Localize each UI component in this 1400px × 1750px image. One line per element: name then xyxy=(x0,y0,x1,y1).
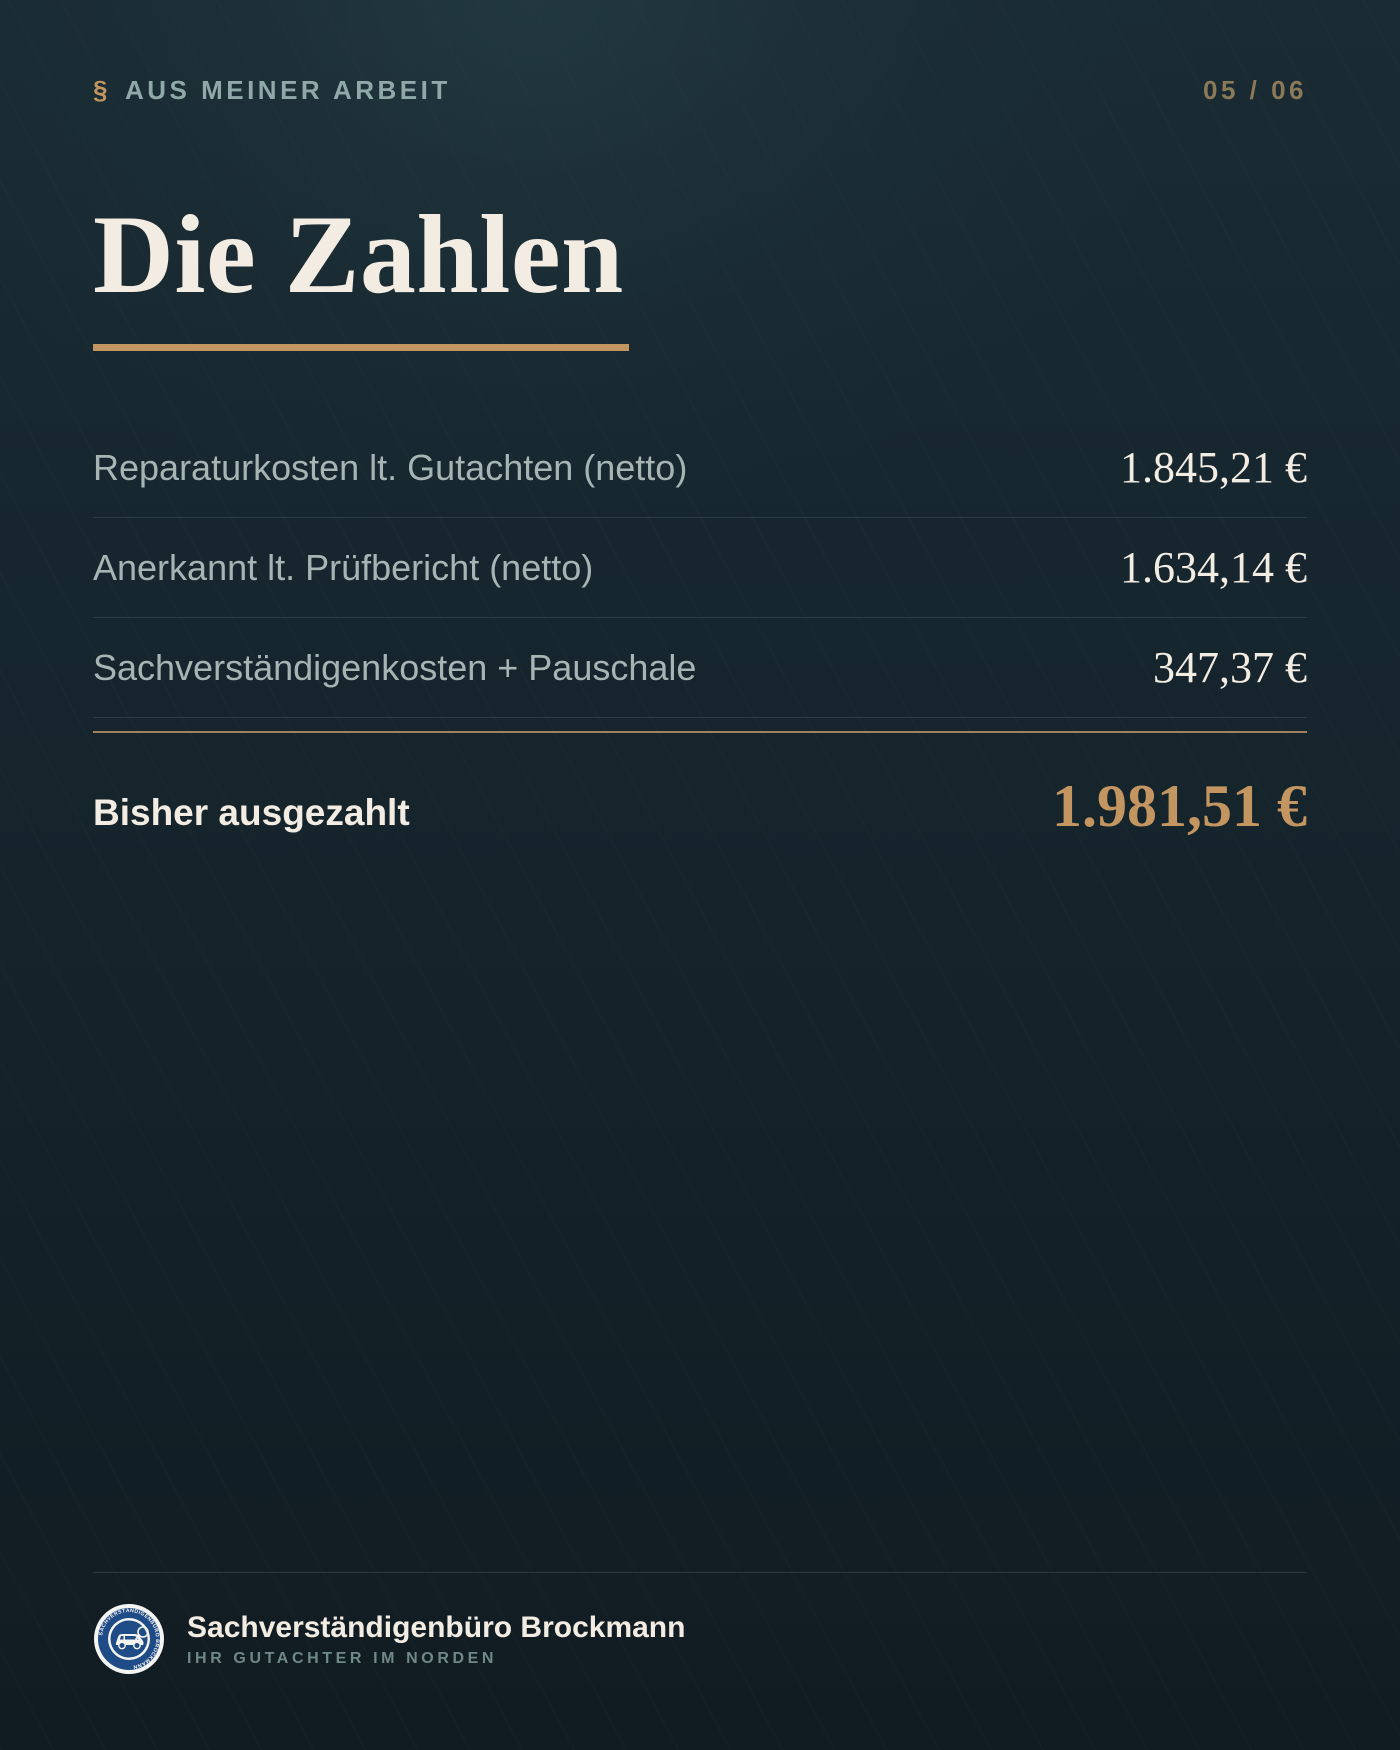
brand-name: Sachverständigenbüro Brockmann xyxy=(187,1611,686,1644)
total-value: 1.981,51 € xyxy=(1052,772,1307,839)
figure-value: 1.634,14 € xyxy=(1120,543,1307,592)
section-eyebrow: § AUS MEINER ARBEIT xyxy=(93,75,451,106)
slide-header: § AUS MEINER ARBEIT 05 / 06 xyxy=(93,72,1307,108)
page-title: Die Zahlen xyxy=(93,193,624,317)
total-row: Bisher ausgezahlt 1.981,51 € xyxy=(93,766,1307,846)
slide-page: § AUS MEINER ARBEIT 05 / 06 Die Zahlen R… xyxy=(0,0,1400,1750)
figure-label: Reparaturkosten lt. Gutachten (netto) xyxy=(93,446,688,488)
total-label: Bisher ausgezahlt xyxy=(93,792,410,833)
total-divider xyxy=(93,731,1307,733)
footer-divider xyxy=(93,1572,1307,1573)
figure-row-acknowledged: Anerkannt lt. Prüfbericht (netto) 1.634,… xyxy=(93,518,1307,618)
title-underline xyxy=(93,344,629,351)
brand-tagline: IHR GUTACHTER IM NORDEN xyxy=(187,1650,498,1667)
footer-brand: SACHVERSTÄNDIGENBÜRO BROCKMANN Sachverst… xyxy=(93,1603,685,1675)
page-counter: 05 / 06 xyxy=(1202,74,1307,105)
car-seal-logo-icon: SACHVERSTÄNDIGENBÜRO BROCKMANN xyxy=(94,1604,164,1674)
figure-value: 347,37 € xyxy=(1153,643,1307,692)
figure-label: Anerkannt lt. Prüfbericht (netto) xyxy=(93,546,594,588)
section-eyebrow-label: AUS MEINER ARBEIT xyxy=(124,74,451,105)
brand-text: Sachverständigenbüro Brockmann IHR GUTAC… xyxy=(187,1610,685,1668)
figure-row-repair-costs: Reparaturkosten lt. Gutachten (netto) 1.… xyxy=(93,418,1307,518)
figure-row-expert-costs: Sachverständigenkosten + Pauschale 347,3… xyxy=(93,618,1307,718)
section-symbol: § xyxy=(93,74,111,105)
figure-value: 1.845,21 € xyxy=(1120,443,1307,492)
figures-list: Reparaturkosten lt. Gutachten (netto) 1.… xyxy=(93,418,1307,718)
figure-label: Sachverständigenkosten + Pauschale xyxy=(93,646,697,688)
